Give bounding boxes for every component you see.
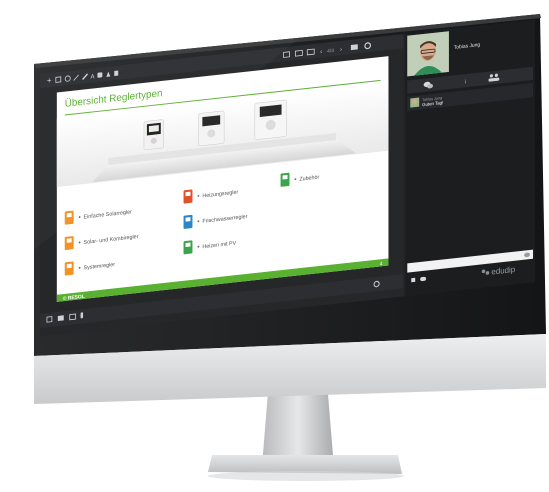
- red-controller-icon: [183, 189, 193, 204]
- side-panel: Tobias Jung i Tobias Jung Guten Tag! edu…: [405, 19, 536, 297]
- info-icon: i: [465, 79, 466, 85]
- microphone-icon[interactable]: [80, 312, 84, 319]
- scene: + A ‹ 4/4 › Übersicht Reglertypen Einfac…: [34, 14, 546, 481]
- tab-info[interactable]: i: [465, 79, 466, 85]
- green-grid-icon: [183, 240, 193, 255]
- page-indicator: 4/4: [327, 48, 334, 55]
- green-gear-icon: [280, 172, 290, 187]
- controller-device: [254, 99, 287, 140]
- product-shot: + A ‹ 4/4 › Übersicht Reglertypen Einfac…: [0, 0, 549, 492]
- presenter-video: [407, 31, 449, 77]
- folder-icon[interactable]: [350, 44, 358, 51]
- monitor-stand: [208, 392, 404, 481]
- orange-controller-icon: [64, 261, 74, 276]
- next-slide-icon[interactable]: ›: [340, 47, 342, 53]
- camera-icon[interactable]: [57, 315, 64, 322]
- controller-device: [198, 110, 225, 147]
- prev-slide-icon[interactable]: ‹: [320, 49, 322, 55]
- blue-controller-icon: [183, 214, 193, 229]
- orange-controller-icon: [64, 236, 74, 251]
- slide-page-number: 4: [380, 261, 383, 267]
- grid-icon[interactable]: [411, 277, 416, 283]
